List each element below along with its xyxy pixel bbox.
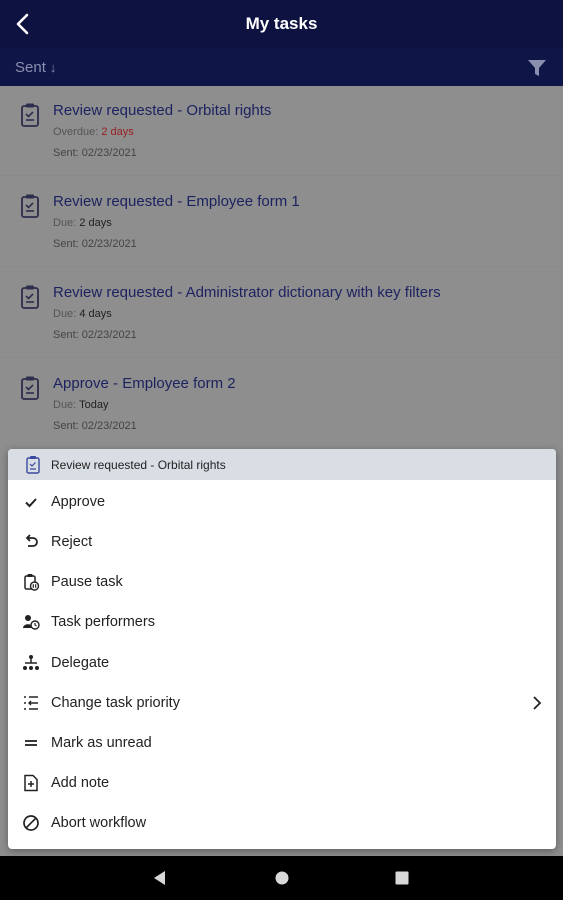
- menu-item-label: Delegate: [51, 655, 110, 671]
- task-row[interactable]: Approve - Employee form 2 Due: Today Sen…: [0, 359, 563, 449]
- sort-direction-icon: ↓: [49, 60, 57, 75]
- task-title: Approve - Employee form 2: [53, 375, 236, 392]
- check-icon: [25, 498, 37, 508]
- menu-item-pause-task[interactable]: Pause task: [8, 562, 556, 602]
- performers-icon: [23, 615, 40, 630]
- divider: [0, 266, 563, 267]
- task-sent-date: Sent: 02/23/2021: [53, 329, 137, 341]
- sort-dropdown[interactable]: Sent ↓: [15, 59, 56, 76]
- task-title: Review requested - Administrator diction…: [53, 284, 441, 301]
- task-actions-menu: Review requested - Orbital rights Approv…: [8, 449, 556, 849]
- pause-task-icon: [24, 574, 40, 591]
- task-due: Due: 4 days: [53, 308, 112, 320]
- menu-item-label: Task performers: [51, 614, 155, 630]
- task-sent-date: Sent: 02/23/2021: [53, 238, 137, 250]
- mark-unread-icon: [25, 740, 37, 746]
- menu-item-reject[interactable]: Reject: [8, 522, 556, 562]
- menu-item-label: Reject: [51, 534, 93, 550]
- menu-item-task-performers[interactable]: Task performers: [8, 602, 556, 642]
- nav-home-icon[interactable]: [272, 868, 292, 888]
- task-due: Overdue: 2 days: [53, 126, 134, 138]
- menu-item-label: Add note: [51, 775, 110, 791]
- delegate-icon: [23, 655, 39, 670]
- task-due: Due: 2 days: [53, 217, 112, 229]
- due-value: Today: [79, 399, 109, 411]
- add-note-icon: [24, 774, 38, 792]
- task-list: Review requested - Orbital rights Overdu…: [0, 86, 563, 450]
- task-clipboard-icon: [21, 376, 39, 400]
- due-label: Due:: [53, 308, 77, 320]
- priority-icon: [24, 696, 38, 710]
- sort-bar: Sent ↓: [0, 48, 563, 86]
- due-value: 4 days: [79, 308, 112, 320]
- task-row[interactable]: Review requested - Orbital rights Overdu…: [0, 86, 563, 176]
- menu-item-approve[interactable]: Approve: [8, 482, 556, 522]
- filter-icon[interactable]: [527, 58, 547, 78]
- menu-item-label: Change task priority: [51, 695, 180, 711]
- menu-item-change-task-priority[interactable]: Change task priority: [8, 683, 556, 723]
- menu-item-label: Mark as unread: [51, 735, 152, 751]
- system-nav-bar: [0, 856, 563, 900]
- menu-item-mark-as-unread[interactable]: Mark as unread: [8, 723, 556, 763]
- task-due: Due: Today: [53, 399, 108, 411]
- divider: [0, 175, 563, 176]
- due-label: Due:: [53, 217, 77, 229]
- menu-item-delegate[interactable]: Delegate: [8, 643, 556, 683]
- menu-header-title: Review requested - Orbital rights: [51, 458, 226, 472]
- divider: [0, 357, 563, 358]
- due-label: Overdue:: [53, 126, 99, 138]
- menu-item-label: Approve: [51, 494, 106, 510]
- due-value: 2 days: [79, 217, 112, 229]
- due-value: 2 days: [101, 126, 134, 138]
- task-title: Review requested - Orbital rights: [53, 102, 272, 119]
- task-clipboard-icon: [21, 285, 39, 309]
- menu-item-label: Pause task: [51, 574, 123, 590]
- abort-icon: [23, 815, 39, 831]
- page-title: My tasks: [245, 14, 318, 33]
- chevron-right-icon: [533, 696, 542, 710]
- nav-back-icon[interactable]: [150, 868, 170, 888]
- menu-item-abort-workflow[interactable]: Abort workflow: [8, 803, 556, 843]
- sort-label: Sent: [15, 59, 46, 76]
- task-clipboard-icon: [26, 456, 40, 474]
- menu-header: Review requested - Orbital rights: [8, 449, 556, 480]
- nav-recents-icon[interactable]: [392, 868, 412, 888]
- menu-item-add-note[interactable]: Add note: [8, 763, 556, 803]
- task-sent-date: Sent: 02/23/2021: [53, 147, 137, 159]
- task-clipboard-icon: [21, 194, 39, 218]
- undo-icon: [25, 534, 38, 547]
- task-row[interactable]: Review requested - Administrator diction…: [0, 268, 563, 358]
- task-row[interactable]: Review requested - Employee form 1 Due: …: [0, 177, 563, 267]
- due-label: Due:: [53, 399, 77, 411]
- app-bar: My tasks: [0, 0, 563, 48]
- task-clipboard-icon: [21, 103, 39, 127]
- task-sent-date: Sent: 02/23/2021: [53, 420, 137, 432]
- menu-item-label: Abort workflow: [51, 815, 147, 831]
- task-title: Review requested - Employee form 1: [53, 193, 300, 210]
